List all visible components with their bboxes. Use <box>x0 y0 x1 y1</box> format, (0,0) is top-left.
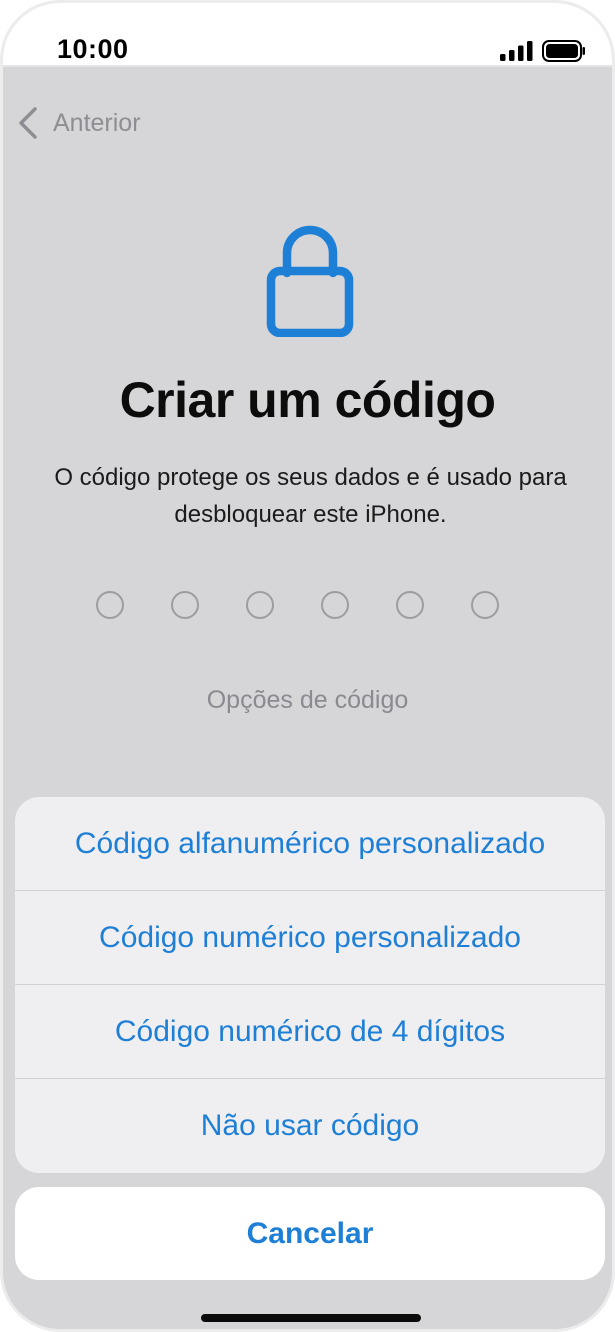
passcode-dot <box>171 591 199 619</box>
option-4-digit-numeric[interactable]: Código numérico de 4 dígitos <box>15 985 605 1079</box>
home-indicator[interactable] <box>201 1314 421 1322</box>
chevron-left-icon <box>19 107 37 139</box>
back-button[interactable]: Anterior <box>17 103 141 143</box>
lock-icon <box>266 225 354 337</box>
passcode-dot <box>96 591 124 619</box>
passcode-dot <box>471 591 499 619</box>
back-label: Anterior <box>53 108 141 137</box>
passcode-dot <box>321 591 349 619</box>
phone-screen: 10:00 Anterior Criar um código O código … <box>0 0 615 1332</box>
passcode-dot <box>396 591 424 619</box>
status-bar-divider <box>3 65 612 67</box>
status-bar: 10:00 <box>3 3 612 67</box>
status-time: 10:00 <box>57 34 129 64</box>
passcode-dots <box>96 591 499 619</box>
notch <box>165 3 453 61</box>
page-subtitle: O código protege os seus dados e é usado… <box>54 464 567 528</box>
battery-icon <box>542 40 585 62</box>
cancel-button[interactable]: Cancelar <box>15 1187 605 1280</box>
passcode-options-link[interactable]: Opções de código <box>3 686 612 715</box>
passcode-dot <box>246 591 274 619</box>
option-no-passcode[interactable]: Não usar código <box>15 1079 605 1173</box>
option-custom-numeric[interactable]: Código numérico personalizado <box>15 891 605 985</box>
action-sheet: Código alfanumérico personalizado Código… <box>15 797 605 1173</box>
cellular-signal-icon <box>500 41 533 61</box>
page-title: Criar um código <box>119 372 496 428</box>
option-custom-alphanumeric[interactable]: Código alfanumérico personalizado <box>15 797 605 891</box>
